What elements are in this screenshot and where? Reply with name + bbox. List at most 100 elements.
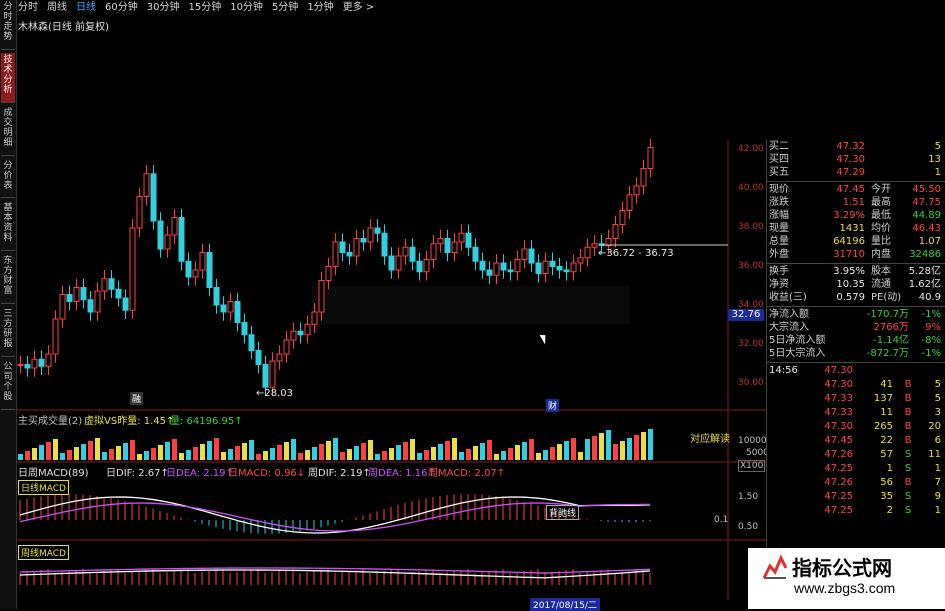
volume-bar bbox=[249, 440, 254, 460]
candle bbox=[528, 248, 535, 264]
tick-row: 47.25 35 S 9 bbox=[767, 490, 941, 504]
tick-price: 47.30 bbox=[824, 365, 853, 376]
macd-axis-3: 0.1 bbox=[714, 515, 729, 525]
chart-area[interactable] bbox=[16, 0, 766, 609]
volume-bar bbox=[25, 451, 30, 460]
flow-value: -1.14亿 bbox=[873, 335, 909, 346]
volume-bar bbox=[571, 438, 576, 460]
volume-bar bbox=[312, 447, 317, 460]
volume-bar bbox=[494, 454, 499, 460]
left-tab-6[interactable]: 三方研报 bbox=[1, 307, 15, 357]
volume-bar bbox=[319, 444, 324, 460]
quote-value: 1.07 bbox=[918, 236, 941, 247]
candle bbox=[465, 232, 472, 248]
candle bbox=[318, 280, 325, 313]
fin-value: 40.9 bbox=[918, 292, 941, 303]
quote-label: 涨跌 bbox=[769, 197, 789, 208]
tick-count: 20 bbox=[928, 421, 941, 432]
tick-row: 47.25 2 S 1 bbox=[767, 504, 941, 518]
candle bbox=[640, 168, 647, 187]
left-tab-1[interactable]: 技术分析 bbox=[1, 53, 15, 103]
candle bbox=[423, 259, 430, 273]
candle bbox=[157, 220, 164, 250]
candle bbox=[206, 252, 213, 288]
candle bbox=[24, 364, 31, 369]
fin-value: 0.579 bbox=[836, 292, 865, 303]
candle bbox=[444, 238, 451, 253]
tick-direction: S bbox=[904, 463, 912, 474]
tick-volume: 56 bbox=[880, 477, 893, 488]
tick-price: 47.25 bbox=[824, 463, 853, 474]
divider bbox=[767, 181, 945, 182]
quote-value: 3.29% bbox=[833, 210, 865, 221]
watermark-url: www.zbgs3.com bbox=[794, 580, 896, 596]
tick-volume: 1 bbox=[886, 463, 893, 474]
volume-bar bbox=[270, 448, 275, 460]
volume-bar bbox=[389, 448, 394, 460]
macd-dif: 日DIF: 2.67↑ bbox=[106, 468, 169, 479]
tick-price: 47.30 bbox=[824, 379, 853, 390]
volume-bar bbox=[613, 444, 618, 460]
divider bbox=[767, 306, 945, 307]
logo-icon bbox=[762, 554, 788, 580]
candle bbox=[185, 260, 192, 278]
quote-label: 均价 bbox=[871, 223, 891, 234]
flow-label: 净流入额 bbox=[769, 309, 809, 320]
left-tab-3[interactable]: 分价表 bbox=[1, 159, 15, 198]
bid-row: 买五 47.29 1 bbox=[767, 166, 941, 179]
quote-label: 内盘 bbox=[871, 249, 891, 260]
volume-bar bbox=[641, 432, 646, 460]
bid-volume: 13 bbox=[928, 154, 941, 165]
left-tab-5[interactable]: 东方财富 bbox=[1, 254, 15, 304]
price-tag: 32.76 bbox=[728, 309, 764, 321]
candle bbox=[227, 301, 234, 313]
tick-time-label: 14:56 bbox=[769, 365, 798, 376]
volume-bar bbox=[480, 443, 485, 460]
candle bbox=[199, 252, 206, 271]
event-marker-2[interactable]: 财 bbox=[546, 399, 560, 412]
volume-bar bbox=[46, 442, 51, 460]
candle bbox=[591, 243, 598, 248]
tick-price: 47.33 bbox=[824, 393, 853, 404]
bid-price: 47.30 bbox=[836, 154, 865, 165]
date-cursor-label: 2017/08/15/二 bbox=[530, 598, 600, 611]
event-marker-1[interactable]: 融 bbox=[130, 392, 144, 405]
volume-bar bbox=[417, 453, 422, 460]
volume-bar bbox=[382, 451, 387, 460]
macd-macd: 日MACD: 0.96↓ bbox=[228, 468, 306, 479]
candle bbox=[304, 323, 311, 336]
volume-bar bbox=[277, 445, 282, 460]
volume-bar bbox=[256, 454, 261, 460]
watermark-title: 指标公式网 bbox=[792, 556, 892, 580]
candle bbox=[556, 266, 563, 271]
candle bbox=[255, 350, 262, 365]
tick-price: 47.45 bbox=[824, 435, 853, 446]
candle bbox=[626, 194, 633, 211]
candle bbox=[542, 260, 549, 274]
left-tab-7[interactable]: 公司个股 bbox=[1, 360, 15, 410]
left-tab-4[interactable]: 基本资料 bbox=[1, 201, 15, 251]
quote-value: 47.75 bbox=[912, 197, 941, 208]
candle bbox=[290, 330, 297, 341]
quote-value: 1.51 bbox=[842, 197, 865, 208]
volume-bar bbox=[361, 443, 366, 460]
flow-row: 净流入额 -170.7万 -1% bbox=[767, 308, 941, 321]
bid-label: 买五 bbox=[769, 167, 789, 178]
divider bbox=[767, 362, 945, 363]
candle bbox=[619, 210, 626, 225]
candle bbox=[633, 185, 640, 196]
candle bbox=[311, 311, 318, 325]
candle bbox=[241, 322, 248, 336]
left-tab-2[interactable]: 成交明细 bbox=[1, 106, 15, 156]
volume-bar bbox=[123, 443, 128, 460]
volume-bar bbox=[263, 451, 268, 460]
macd-axis-2: 0.50 bbox=[738, 522, 759, 532]
tick-count: 6 bbox=[934, 435, 941, 446]
bid-volume: 1 bbox=[934, 167, 941, 178]
tick-direction: S bbox=[904, 491, 912, 502]
bid-price: 47.32 bbox=[836, 141, 865, 152]
left-tab-0[interactable]: 分时走势 bbox=[1, 0, 15, 50]
flow-pct: -8% bbox=[921, 335, 941, 346]
candle bbox=[360, 238, 367, 243]
candle bbox=[612, 224, 619, 239]
